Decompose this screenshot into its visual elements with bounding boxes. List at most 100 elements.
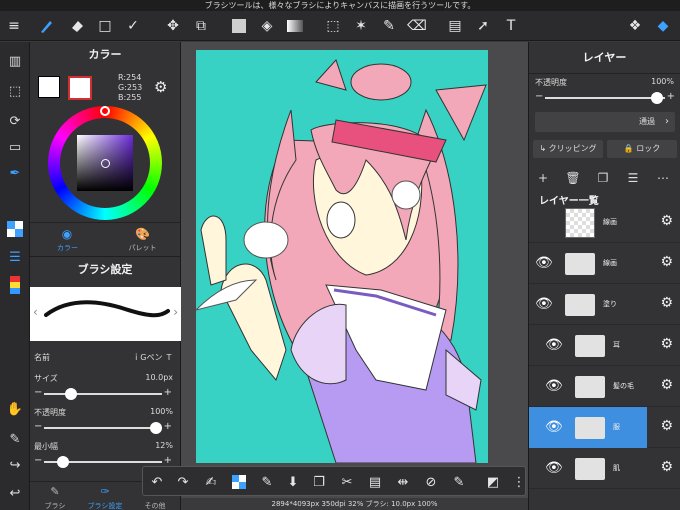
rotate-icon[interactable]: ⟳: [4, 110, 26, 132]
quick-toolbar: ↶ ↷ ✍ ✎ ⬇ ❐ ✂ ▤ ⇹ ⊘ ✎ ◩ ⋮: [142, 466, 526, 496]
main-color-swatch[interactable]: [38, 76, 60, 98]
color-circle-icon: ◉: [61, 227, 73, 241]
more-options-icon[interactable]: ⋯: [655, 170, 671, 186]
top-toolbar: ≡ □ ✓ ✥ ⧉ ◈ ⬚ ✶ ✎ ⌫ ▤ ➚ T ❖ ◆: [0, 11, 680, 41]
layer-row[interactable]: 👁 線画 ⚙: [529, 243, 680, 284]
gradient-icon[interactable]: [284, 15, 306, 37]
pen-blue-icon[interactable]: ✒: [4, 162, 26, 184]
transform-icon[interactable]: ⧉: [190, 15, 212, 37]
undo-icon[interactable]: ↶: [147, 472, 167, 492]
grip-icon[interactable]: ⋮: [509, 472, 529, 492]
flip-icon[interactable]: ⇹: [393, 472, 413, 492]
layer-settings-gear-icon[interactable]: ⚙: [660, 418, 673, 434]
color-strip-icon[interactable]: [4, 274, 26, 296]
eye-icon[interactable]: 👁: [535, 255, 553, 271]
duplicate-layer-icon[interactable]: ❐: [595, 170, 611, 186]
layer-settings-gear-icon[interactable]: ⚙: [660, 254, 673, 270]
sub-color-swatch[interactable]: [68, 76, 92, 100]
select-pen-icon[interactable]: ✎: [378, 15, 400, 37]
saturation-square[interactable]: [77, 135, 133, 191]
color-panel-title: カラー: [88, 48, 122, 61]
checkmark-icon[interactable]: ✓: [122, 15, 144, 37]
undo-icon[interactable]: ↩: [4, 482, 26, 504]
brush-tab-icon: ✎: [50, 485, 60, 498]
layer-settings-gear-icon[interactable]: ⚙: [660, 377, 673, 393]
pen-box-icon[interactable]: ◩: [483, 472, 503, 492]
layer-row[interactable]: 👁 服 ⚙: [529, 407, 680, 448]
paste-icon[interactable]: ▤: [365, 472, 385, 492]
layer-list-icon[interactable]: ☰: [625, 170, 641, 186]
brush-stroke-preview[interactable]: ‹ ›: [30, 287, 181, 341]
layer-opacity-slider[interactable]: − +: [535, 91, 675, 104]
document-icon[interactable]: ▥: [4, 50, 26, 72]
layer-settings-gear-icon[interactable]: ⚙: [660, 336, 673, 352]
saturation-cursor[interactable]: [101, 159, 110, 168]
eyedropper-icon[interactable]: ✎: [257, 472, 277, 492]
magic-wand-icon[interactable]: ✶: [350, 15, 372, 37]
brush-size-slider[interactable]: − +: [34, 387, 172, 400]
rotate-canvas-icon[interactable]: ⊘: [421, 472, 441, 492]
clipping-button[interactable]: ↳ クリッピング: [533, 140, 603, 158]
layer-row[interactable]: 👁 塗り ⚙: [529, 284, 680, 325]
hand-icon[interactable]: ✋: [4, 398, 26, 420]
move-icon[interactable]: ✥: [162, 15, 184, 37]
tab-brush-settings[interactable]: ✑ ブラシ設定: [80, 482, 130, 510]
layer-row[interactable]: 👁 髪の毛 ⚙: [529, 366, 680, 407]
save-icon[interactable]: ⬇: [283, 472, 303, 492]
layout-icon[interactable]: ▤: [444, 15, 466, 37]
redo-icon[interactable]: ↷: [173, 472, 193, 492]
tab-palette[interactable]: 🎨 パレット: [105, 223, 180, 257]
add-layer-icon[interactable]: +: [535, 170, 551, 186]
eye-icon[interactable]: 👁: [545, 419, 563, 435]
redo-icon[interactable]: ↪: [4, 454, 26, 476]
menu-icon[interactable]: ≡: [3, 15, 25, 37]
transparency-icon[interactable]: [4, 218, 26, 240]
color-panel: カラー R:254 G:253 B:255 ⚙ ◉ カラー 🎨 パレット: [30, 42, 181, 256]
cut-icon[interactable]: ✂: [337, 472, 357, 492]
blend-mode-select[interactable]: 通過 ›: [535, 112, 675, 132]
eye-icon[interactable]: 👁: [545, 460, 563, 476]
select-rect-icon[interactable]: ⬚: [322, 15, 344, 37]
text-icon[interactable]: T: [500, 15, 522, 37]
pen-hand-icon[interactable]: ✍: [201, 472, 221, 492]
brush-icon[interactable]: [36, 15, 58, 37]
canvas-area[interactable]: 2894*4093px 350dpi 32% ブラシ: 10.0px 100%: [181, 42, 528, 510]
ruler-icon[interactable]: ▭: [4, 136, 26, 158]
tab-brush[interactable]: ✎ ブラシ: [30, 482, 80, 510]
color-settings-gear-icon[interactable]: ⚙: [154, 78, 167, 96]
select-dotted-icon[interactable]: ⬚: [4, 80, 26, 102]
tab-color[interactable]: ◉ カラー: [30, 223, 105, 257]
folder-icon: [575, 335, 605, 357]
layer-row[interactable]: 👁 耳 ⚙: [529, 325, 680, 366]
select-eraser-icon[interactable]: ⌫: [406, 15, 428, 37]
materials-icon[interactable]: ❖: [624, 15, 646, 37]
next-arrow-icon[interactable]: ›: [173, 305, 178, 319]
bucket-icon[interactable]: ◈: [256, 15, 278, 37]
edit-icon[interactable]: ✎: [449, 472, 469, 492]
layer-settings-gear-icon[interactable]: ⚙: [660, 295, 673, 311]
square-icon[interactable]: □: [94, 15, 116, 37]
layer-row[interactable]: 線画 ⚙: [529, 202, 680, 243]
artwork-canvas[interactable]: [196, 50, 488, 463]
eraser-icon[interactable]: [66, 15, 88, 37]
eye-icon[interactable]: 👁: [545, 378, 563, 394]
copy-icon[interactable]: ❐: [309, 472, 329, 492]
fill-color-icon[interactable]: [228, 15, 250, 37]
layer-row[interactable]: 👁 肌 ⚙: [529, 448, 680, 489]
eye-icon[interactable]: 👁: [545, 337, 563, 353]
eyedropper-icon[interactable]: ✎: [4, 428, 26, 450]
pointer-icon[interactable]: ➚: [472, 15, 494, 37]
layer-list-icon[interactable]: ☰: [4, 246, 26, 268]
chevron-right-icon: ›: [665, 116, 669, 127]
hue-cursor[interactable]: [100, 106, 110, 116]
delete-layer-icon[interactable]: 🗑: [565, 170, 581, 186]
lock-button[interactable]: 🔒 ロック: [607, 140, 677, 158]
brush-opacity-slider[interactable]: − +: [34, 421, 172, 434]
brush-name-row[interactable]: 名前 ｉGペン Ｔ: [34, 352, 177, 363]
layers-icon[interactable]: ◆: [652, 15, 674, 37]
layer-settings-gear-icon[interactable]: ⚙: [660, 459, 673, 475]
color-wheel[interactable]: [48, 106, 162, 220]
eye-icon[interactable]: 👁: [535, 296, 553, 312]
layer-settings-gear-icon[interactable]: ⚙: [660, 213, 673, 229]
transparency-toggle-icon[interactable]: [229, 472, 249, 492]
